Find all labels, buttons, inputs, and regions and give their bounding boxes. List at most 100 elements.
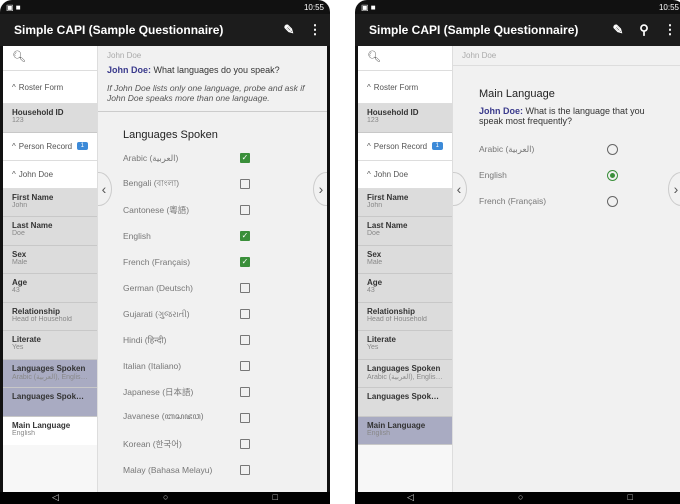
checkbox-option[interactable]: Italian (Italiano)	[98, 353, 327, 379]
checkbox[interactable]	[240, 205, 250, 215]
search-icon[interactable]: ⚲	[633, 22, 655, 38]
sidebar-item[interactable]: Age 43	[3, 274, 97, 303]
back-icon[interactable]: ◁	[52, 492, 59, 504]
sidebar-item[interactable]: Relationship Head of Household	[3, 302, 97, 331]
section-title: Main Language	[479, 88, 555, 100]
chevron-up-icon: ^	[367, 141, 371, 151]
checkbox-option[interactable]: Arabic (العربية) ✓	[98, 145, 327, 171]
chevron-right-icon: ›	[673, 181, 679, 197]
checkbox[interactable]	[240, 179, 250, 189]
checkbox[interactable]: ✓	[240, 231, 250, 241]
edit-notes-icon[interactable]: ✎	[278, 22, 300, 38]
sidebar-item[interactable]: Languages Spoken Arabic (العربية), Englis…	[358, 359, 452, 388]
sidebar-item[interactable]: Last Name Doe	[358, 217, 452, 246]
checkbox-option[interactable]: Korean (한국어)	[98, 431, 327, 457]
chevron-up-icon: ^	[367, 169, 371, 179]
checkbox-option[interactable]: English ✓	[98, 223, 327, 249]
checkbox[interactable]	[240, 283, 250, 293]
radio-button[interactable]	[607, 143, 618, 155]
sidebar-item[interactable]: Relationship Head of Household	[358, 302, 452, 331]
sidebar-search[interactable]: 🔍︎	[3, 46, 97, 71]
sidebar-item[interactable]: Literate Yes	[358, 331, 452, 360]
sidebar-item-household-id[interactable]: Household ID 123	[3, 104, 97, 133]
checkbox-option[interactable]: French (Français) ✓	[98, 249, 327, 275]
question-text: John Doe: What languages do you speak?	[107, 65, 280, 75]
checkbox-option[interactable]: Bengali (বাংলা)	[98, 171, 327, 197]
sidebar-item[interactable]: Sex Male	[3, 245, 97, 274]
app-toolbar: Simple CAPI (Sample Questionnaire) ✎ ⋮	[0, 14, 330, 46]
question-panel: John Doe John Doe: What languages do you…	[98, 46, 327, 492]
sidebar-item[interactable]: Main Language English	[3, 416, 97, 445]
status-bar: ▣ ■ 10:55	[6, 2, 324, 12]
sidebar-item[interactable]: Literate Yes	[3, 331, 97, 360]
chevron-up-icon: ^	[12, 169, 16, 179]
android-nav-bar: ◁ ○ □	[0, 492, 330, 504]
back-icon[interactable]: ◁	[407, 492, 414, 504]
search-icon: 🔍︎	[12, 51, 26, 63]
sidebar-item[interactable]: Languages Spoken (...	[3, 388, 97, 417]
app-title: Simple CAPI (Sample Questionnaire)	[14, 23, 224, 37]
radio-option[interactable]: Arabic (العربية)	[453, 136, 680, 162]
checkbox-option[interactable]: German (Deutsch)	[98, 275, 327, 301]
sidebar-item-household-id[interactable]: Household ID 123	[358, 104, 452, 133]
sidebar-item[interactable]: First Name John	[358, 188, 452, 217]
radio-option[interactable]: English	[453, 162, 680, 188]
sidebar-item[interactable]: Languages Spoken Arabic (العربية), Englis…	[3, 359, 97, 388]
android-nav-bar: ◁ ○ □	[355, 492, 680, 504]
radio-option[interactable]: French (Français)	[453, 188, 680, 214]
checkbox[interactable]	[240, 413, 250, 423]
more-options-icon[interactable]: ⋮	[659, 22, 680, 38]
home-icon[interactable]: ○	[163, 492, 168, 504]
checkbox[interactable]	[240, 335, 250, 345]
sidebar-item[interactable]: Age 43	[358, 274, 452, 303]
sidebar-item[interactable]: Main Language English	[358, 416, 452, 445]
search-icon: 🔍︎	[367, 51, 381, 63]
edit-notes-icon[interactable]: ✎	[607, 22, 629, 38]
sidebar-item[interactable]: Languages Spoken (...	[358, 388, 452, 417]
sidebar-group-john-doe[interactable]: ^ John Doe	[358, 160, 452, 189]
chevron-up-icon: ^	[367, 82, 371, 92]
sidebar-item[interactable]: Last Name Doe	[3, 217, 97, 246]
sidebar-search[interactable]: 🔍︎	[358, 46, 452, 71]
status-bar: ▣ ■ 10:55	[361, 2, 679, 12]
case-tree-sidebar: 🔍︎ ^ Roster Form Household ID 123 ^ Person …	[3, 46, 98, 492]
sidebar-item[interactable]: First Name John	[3, 188, 97, 217]
more-options-icon[interactable]: ⋮	[304, 22, 326, 38]
checkbox[interactable]	[240, 465, 250, 475]
checkbox-option[interactable]: Gujarati (ગુજરાતી)	[98, 301, 327, 327]
help-text: If John Doe lists only one language, pro…	[98, 75, 327, 112]
sidebar-group-roster-form[interactable]: ^ Roster Form	[3, 71, 97, 104]
sidebar-group-roster-form[interactable]: ^ Roster Form	[358, 71, 452, 104]
checkbox[interactable]	[240, 309, 250, 319]
breadcrumb: John Doe	[107, 51, 142, 60]
sidebar-group-john-doe[interactable]: ^ John Doe	[3, 160, 97, 189]
checkbox[interactable]	[240, 361, 250, 371]
chevron-up-icon: ^	[12, 82, 16, 92]
chevron-up-icon: ^	[12, 141, 16, 151]
recents-icon[interactable]: □	[628, 492, 633, 504]
checkbox[interactable]	[240, 387, 250, 397]
breadcrumb: John Doe	[453, 46, 680, 66]
checkbox[interactable]: ✓	[240, 257, 250, 267]
home-icon[interactable]: ○	[518, 492, 523, 504]
checkbox-option[interactable]: Javanese (ꦧꦱꦗꦮ)	[98, 405, 327, 431]
app-toolbar: Simple CAPI (Sample Questionnaire) ✎ ⚲ ⋮	[355, 14, 680, 46]
recents-icon[interactable]: □	[273, 492, 278, 504]
case-tree-sidebar: 🔍︎ ^ Roster Form Household ID 123 ^ Person …	[358, 46, 453, 492]
checkbox[interactable]	[240, 439, 250, 449]
checkbox[interactable]: ✓	[240, 153, 250, 163]
chevron-left-icon: ‹	[101, 181, 107, 197]
left-device-screen: ▣ ■ 10:55 Simple CAPI (Sample Questionnai…	[0, 0, 330, 504]
chevron-right-icon: ›	[318, 181, 324, 197]
checkbox-option[interactable]: Malay (Bahasa Melayu)	[98, 457, 327, 483]
sidebar-group-person-record[interactable]: ^ Person Record 1	[3, 132, 97, 161]
radio-button[interactable]	[607, 195, 618, 207]
sidebar-group-person-record[interactable]: ^ Person Record 1	[358, 132, 452, 161]
checkbox-option[interactable]: Japanese (日本語)	[98, 379, 327, 405]
radio-button[interactable]	[607, 169, 618, 181]
checkbox-option[interactable]: Hindi (हिन्दी)	[98, 327, 327, 353]
checkbox-option[interactable]: Cantonese (粵語)	[98, 197, 327, 223]
sidebar-item[interactable]: Sex Male	[358, 245, 452, 274]
chevron-left-icon: ‹	[456, 181, 462, 197]
count-badge: 1	[431, 142, 443, 150]
